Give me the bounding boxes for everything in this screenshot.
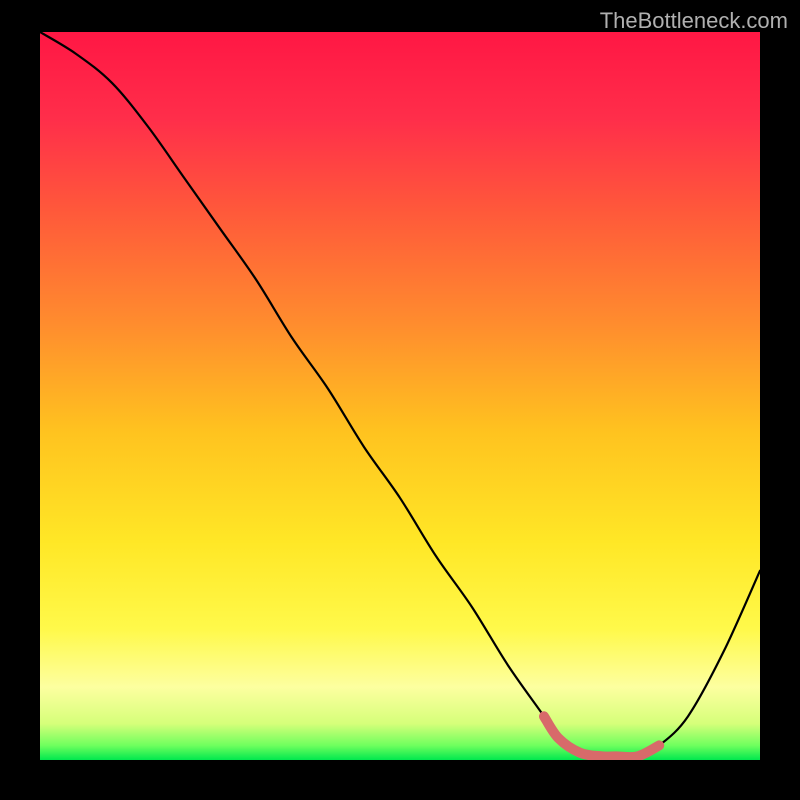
chart-container: TheBottleneck.com [0,0,800,800]
sweet-spot-highlight [544,716,659,757]
plot-area [40,32,760,760]
watermark-text: TheBottleneck.com [600,8,788,34]
bottleneck-curve [40,32,760,757]
curve-layer [40,32,760,760]
